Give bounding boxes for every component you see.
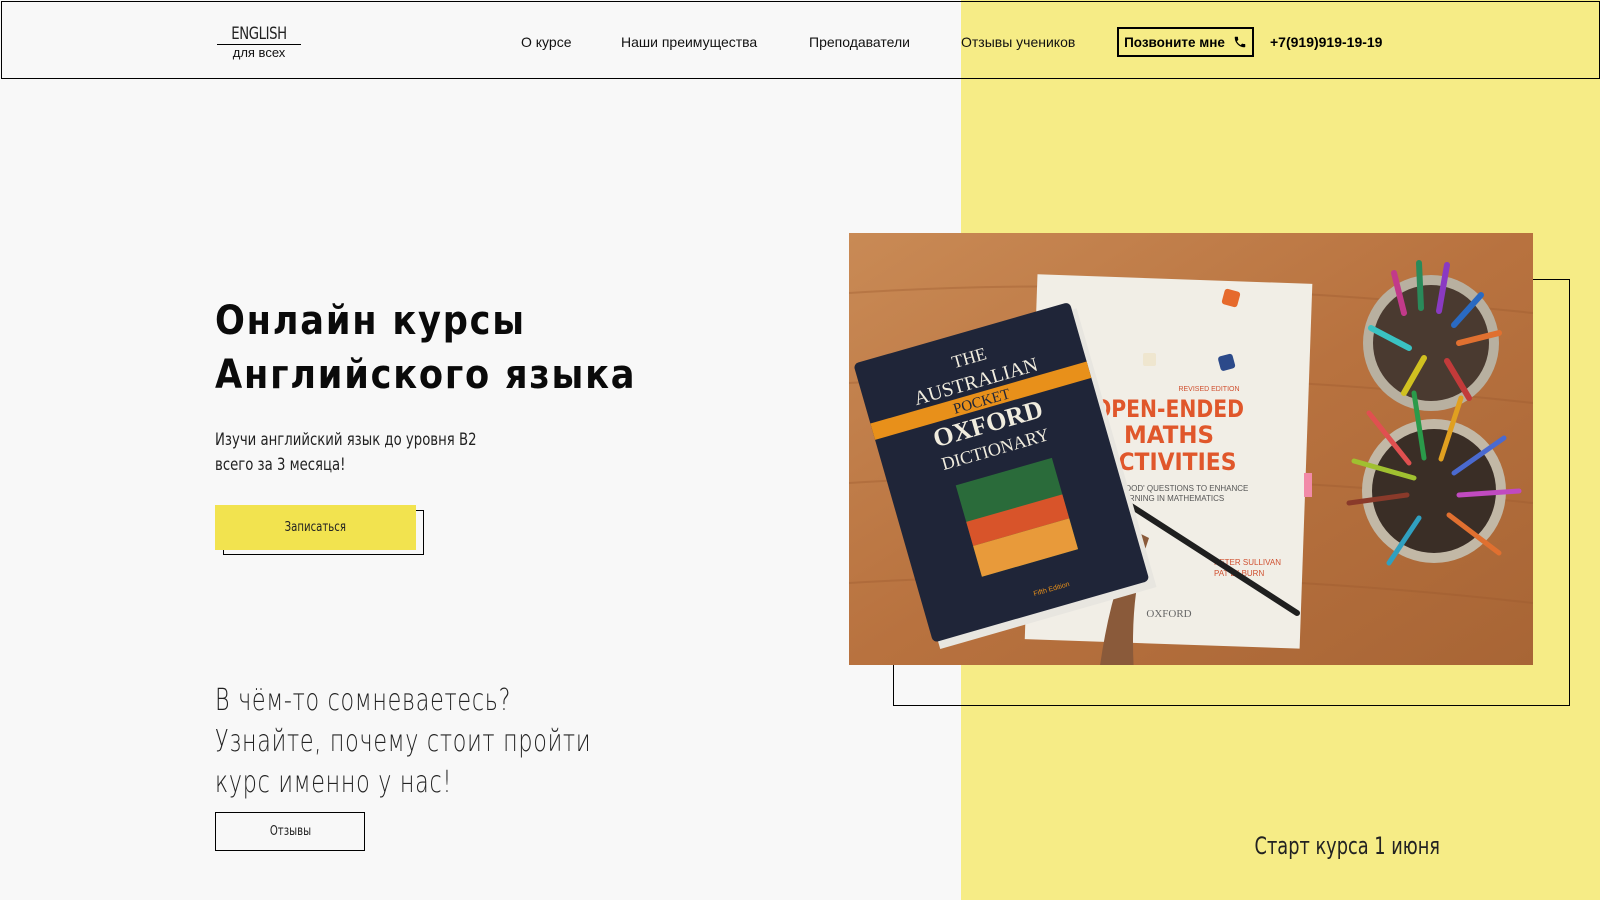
hero-subtitle: Изучи английский язык до уровня B2 всего… <box>215 428 496 478</box>
white-die <box>1143 353 1156 366</box>
logo-title: ENGLISH <box>231 24 287 44</box>
nav-reviews[interactable]: Отзывы учеников <box>961 34 1075 50</box>
doubt-line-2: Узнайте, почему стоит пройти <box>215 724 592 759</box>
hero-title-line-2: Английского языка <box>215 352 637 398</box>
nav-about[interactable]: О курсе <box>521 34 571 50</box>
hero-photo-illustration: REVISED EDITION OPEN-ENDED MATHS ACTIVIT… <box>849 233 1533 665</box>
course-start-date: Старт курса 1 июня <box>1254 832 1440 860</box>
nav-advantages[interactable]: Наши преимущества <box>621 34 757 50</box>
reviews-button-label: Отзывы <box>269 824 311 839</box>
book-edition: REVISED EDITION <box>1178 386 1239 393</box>
hero-title-line-1: Онлайн курсы <box>215 298 526 344</box>
enroll-button-group: Записаться <box>215 505 425 557</box>
hero-photo: REVISED EDITION OPEN-ENDED MATHS ACTIVIT… <box>849 233 1533 665</box>
nav-teachers[interactable]: Преподаватели <box>809 34 910 50</box>
site-header: ENGLISH для всех О курсе Наши преимущест… <box>1 1 1600 79</box>
enroll-button-label: Записаться <box>284 520 347 535</box>
call-me-label: Позвоните мне <box>1124 34 1225 50</box>
call-me-button[interactable]: Позвоните мне <box>1117 27 1254 57</box>
book-title-line-2: MATHS <box>1124 421 1214 449</box>
logo[interactable]: ENGLISH для всех <box>217 24 301 60</box>
hero-subtitle-line-1: Изучи английский язык до уровня B2 <box>215 430 477 450</box>
book-title-line-1: OPEN-ENDED <box>1094 395 1244 423</box>
logo-subtitle: для всех <box>232 45 286 60</box>
phone-icon <box>1234 36 1246 48</box>
book-publisher: OXFORD <box>1146 608 1191 620</box>
hero-subtitle-line-2: всего за 3 месяца! <box>215 455 346 475</box>
phone-number[interactable]: +7(919)919-19-19 <box>1270 34 1382 50</box>
enroll-button[interactable]: Записаться <box>215 505 416 550</box>
reviews-button[interactable]: Отзывы <box>215 812 365 851</box>
doubt-line-3: курс именно у нас! <box>215 765 453 800</box>
doubt-heading: В чём-то сомневаетесь? Узнайте, почему с… <box>215 680 600 803</box>
hero-title: Онлайн курсы Английского языка <box>215 294 708 402</box>
doubt-line-1: В чём-то сомневаетесь? <box>215 683 512 718</box>
